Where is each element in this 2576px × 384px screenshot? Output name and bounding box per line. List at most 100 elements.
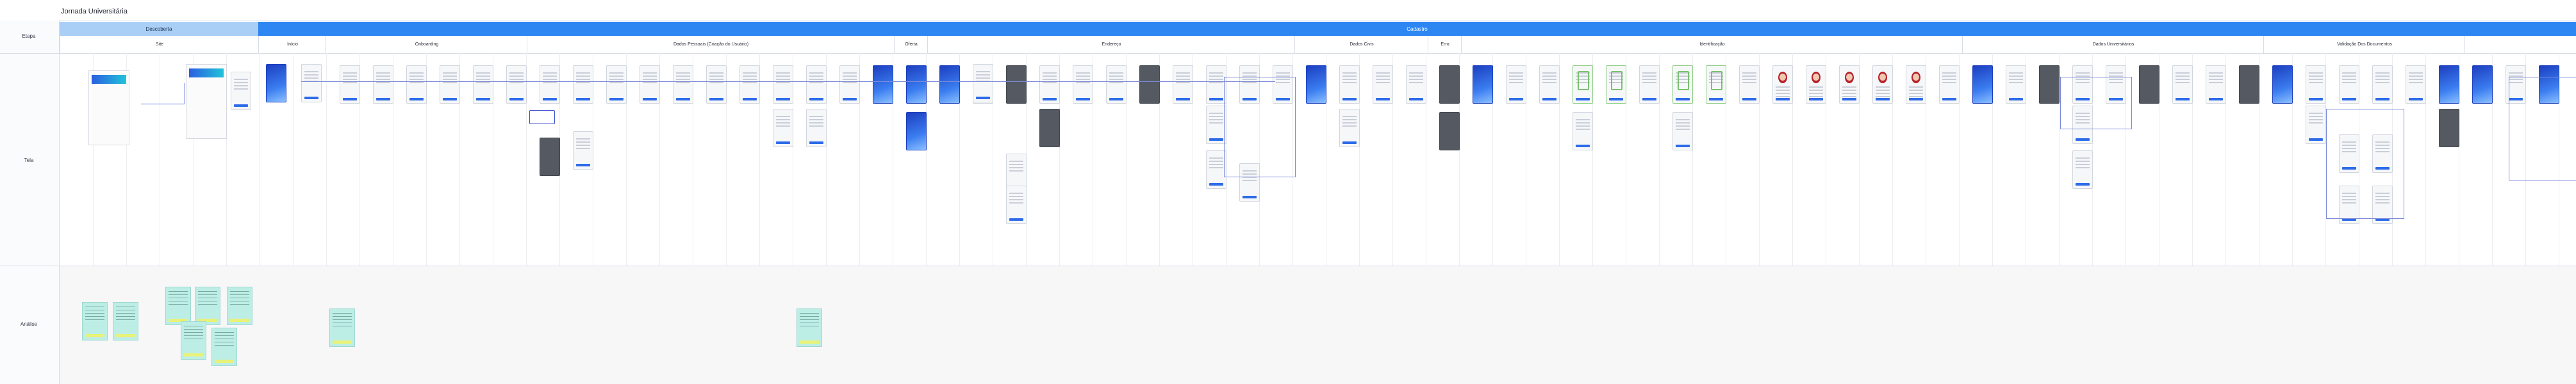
screen-thumbnail[interactable] [906,112,927,150]
screen-thumbnail[interactable] [440,65,460,104]
screen-thumbnail[interactable] [606,65,627,104]
screen-thumbnail[interactable] [2206,65,2226,104]
text-line [1776,86,1790,88]
screen-thumbnail[interactable] [540,138,560,176]
text-line [1776,90,1790,91]
screen-thumbnail[interactable] [573,131,593,170]
screen-thumbnail[interactable] [1106,65,1127,104]
analysis-sticky-note[interactable] [181,321,206,360]
screen-thumbnail[interactable] [2472,65,2493,104]
analysis-sticky-note[interactable] [195,287,220,325]
screen-thumbnail[interactable] [1006,65,1027,104]
screen-thumbnail[interactable] [806,109,827,147]
screen-thumbnail[interactable] [573,65,593,104]
screen-thumbnail[interactable] [1772,65,1793,104]
screen-thumbnail[interactable] [2239,65,2259,104]
analysis-sticky-note[interactable] [82,302,108,340]
screen-thumbnail[interactable] [1573,112,1593,150]
screen-thumbnail[interactable] [2272,65,2293,104]
screen-thumbnail[interactable] [806,65,827,104]
text-line [1809,93,1823,94]
phase-label: Validação Dos Documentos [2337,42,2392,47]
screen-thumbnail[interactable] [1439,65,1460,104]
screen-thumbnail[interactable] [1573,65,1593,104]
screen-thumbnail[interactable] [2306,65,2326,104]
screen-thumbnail[interactable] [1872,65,1893,104]
screen-thumbnail[interactable] [2172,65,2193,104]
screen-thumbnail[interactable] [1339,65,1360,104]
screen-thumbnail[interactable] [540,65,560,104]
screen-thumbnail[interactable] [739,65,760,104]
screen-thumbnail[interactable] [1506,65,1526,104]
screen-thumbnail[interactable] [1606,65,1626,104]
text-line [376,76,390,77]
text-line [776,116,790,117]
screen-thumbnail[interactable] [1972,65,1993,104]
screen-thumbnail[interactable] [2072,150,2093,189]
screen-thumbnail[interactable] [673,65,693,104]
stage-cadastro: Cadastro [258,22,2576,36]
screen-thumbnail[interactable] [1373,65,1393,104]
screen-thumbnail[interactable] [373,65,393,104]
screen-thumbnail[interactable] [506,65,527,104]
analysis-sticky-note[interactable] [797,308,822,347]
screen-thumbnail[interactable] [2372,65,2393,104]
screen-thumbnail[interactable] [906,65,927,104]
screen-thumbnail[interactable] [2406,65,2426,104]
screen-thumbnail[interactable] [2439,65,2459,104]
screen-thumbnail[interactable] [2139,65,2159,104]
screen-thumbnail[interactable] [973,64,993,102]
screen-thumbnail[interactable] [1806,65,1826,104]
screen-thumbnail[interactable] [1173,65,1193,104]
screen-thumbnail[interactable] [1139,65,1160,104]
screen-thumbnail[interactable] [266,64,286,102]
screen-thumbnail[interactable] [1906,65,1926,104]
phase-dados-pessoais: Dados Pessoais (Criação do Usuário) [527,36,895,54]
site-page-mockup[interactable] [88,70,129,145]
analysis-sticky-note[interactable] [211,328,237,366]
screen-thumbnail[interactable] [1939,65,1960,104]
screen-thumbnail[interactable] [1306,65,1326,104]
screen-thumbnail[interactable] [2006,65,2026,104]
screen-thumbnail[interactable] [2306,106,2326,144]
analysis-sticky-note[interactable] [329,308,355,347]
screen-thumbnail[interactable] [406,65,427,104]
screen-thumbnail[interactable] [773,109,793,147]
site-page-mockup[interactable] [186,64,227,139]
screen-thumbnail[interactable] [1406,65,1426,104]
screen-thumbnail[interactable] [1839,65,1860,104]
screen-thumbnail[interactable] [1039,65,1060,104]
screen-thumbnail[interactable] [1672,65,1693,104]
text-line [1209,157,1223,159]
screen-thumbnail[interactable] [473,65,493,104]
screen-thumbnail[interactable] [706,65,727,104]
screen-thumbnail[interactable] [2339,65,2359,104]
screen-thumbnail[interactable] [939,65,960,104]
screen-thumbnail[interactable] [1473,65,1493,104]
screen-thumbnail[interactable] [1006,186,1027,224]
screen-thumbnail[interactable] [1039,109,1060,147]
screen-thumbnail[interactable] [1739,65,1760,104]
screen-thumbnail[interactable] [1706,65,1726,104]
screen-thumbnail[interactable] [1339,109,1360,147]
screen-thumbnail[interactable] [1439,112,1460,150]
screen-thumbnail[interactable] [640,65,660,104]
screen-thumbnail[interactable] [1672,112,1693,150]
analysis-sticky-note[interactable] [227,287,252,325]
screen-thumbnail[interactable] [2439,109,2459,147]
screen-thumbnail[interactable] [1073,65,1093,104]
text-line [2209,72,2223,74]
analysis-sticky-note[interactable] [113,302,138,340]
text-line [1842,90,1856,91]
screen-thumbnail[interactable] [340,65,360,104]
screen-thumbnail[interactable] [1539,65,1560,104]
screen-thumbnail[interactable] [773,65,793,104]
screen-thumbnail[interactable] [2039,65,2060,104]
screen-thumbnail[interactable] [839,65,860,104]
screen-thumbnail[interactable] [1639,65,1660,104]
screen-thumbnail[interactable] [231,72,251,110]
screen-thumbnail[interactable] [301,64,322,102]
text-line [809,116,823,117]
screen-thumbnail[interactable] [873,65,893,104]
analysis-sticky-note[interactable] [165,287,191,325]
